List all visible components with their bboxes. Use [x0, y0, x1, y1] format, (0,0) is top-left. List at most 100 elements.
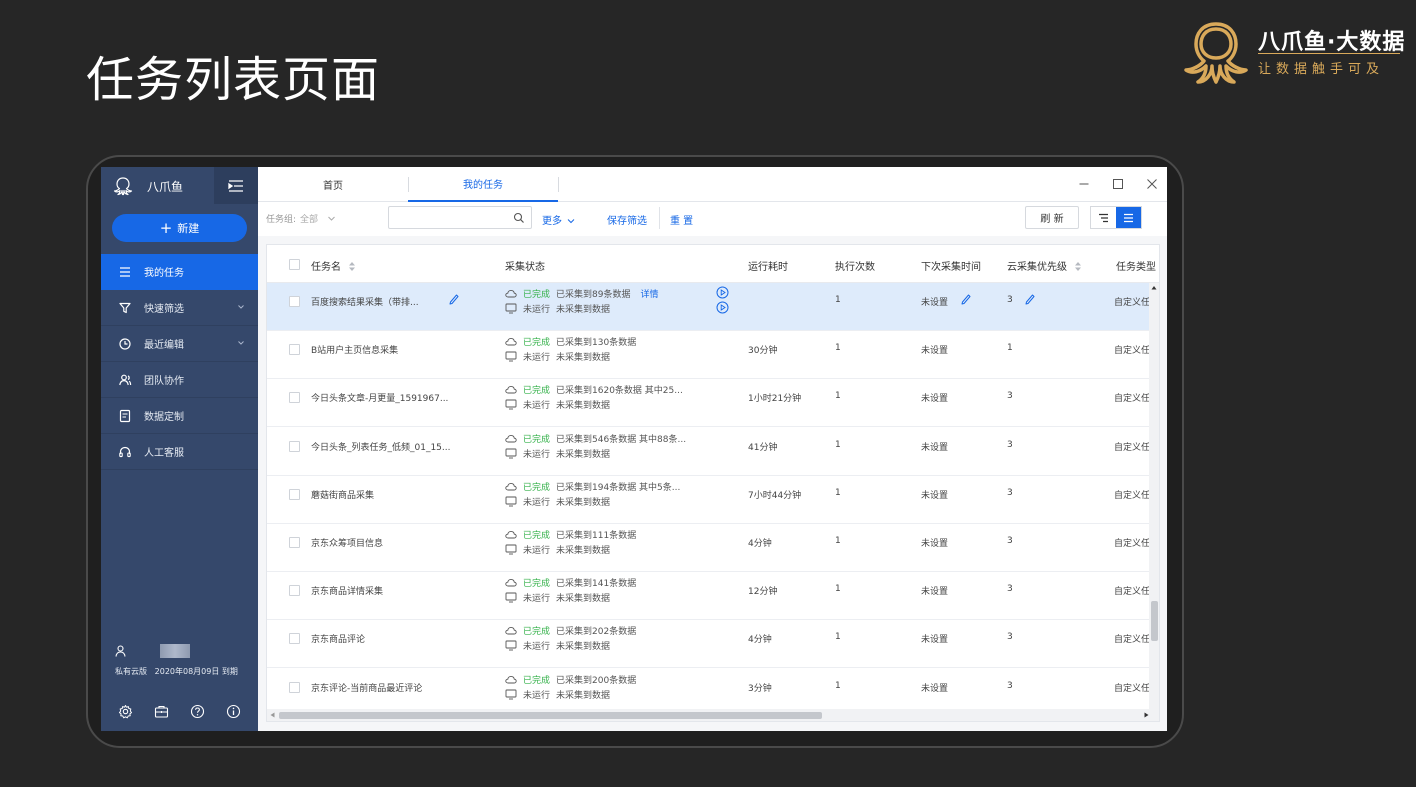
edit-pencil-icon[interactable]	[449, 294, 459, 305]
run-count: 1	[835, 584, 841, 595]
task-name[interactable]: 百度搜索结果采集（带排...	[311, 295, 419, 308]
edit-pencil-icon[interactable]	[961, 294, 971, 305]
sidebar-item-my-tasks[interactable]: 我的任务	[101, 254, 258, 290]
task-type: 自定义任	[1114, 442, 1149, 453]
task-name[interactable]: 京东众筹项目信息	[311, 536, 383, 549]
column-header-runs: 执行次数	[835, 262, 875, 273]
row-checkbox[interactable]	[289, 681, 300, 693]
monitor-icon	[505, 496, 517, 507]
task-name[interactable]: 今日头条_列表任务_低频_01_15...	[311, 440, 451, 453]
task-name[interactable]: 今日头条文章-月更量_1591967...	[311, 391, 448, 404]
table-row[interactable]: 今日头条文章-月更量_1591967... 已完成 已采集到1620条数据 其中25…	[267, 379, 1149, 428]
blurred-username	[160, 644, 190, 658]
gear-icon[interactable]	[118, 704, 133, 719]
task-type: 自定义任	[1114, 683, 1149, 694]
row-checkbox[interactable]	[289, 440, 300, 452]
sidebar-item-quick-filter[interactable]: 快速筛选	[101, 290, 258, 326]
list-view-button[interactable]	[1116, 207, 1141, 228]
minimize-icon[interactable]	[1077, 177, 1091, 191]
help-icon[interactable]	[190, 704, 205, 719]
table-row[interactable]: B站用户主页信息采集 已完成 已采集到130条数据 未运行 未采集到数据 30分钟 1 未设置…	[267, 331, 1149, 380]
table-row[interactable]: 京东众筹项目信息 已完成 已采集到111条数据 未运行 未采集到数据 4分钟 1 未设置 3 自定…	[267, 524, 1149, 572]
vertical-scrollbar[interactable]	[1149, 283, 1159, 711]
task-group-select[interactable]: 任务组: 全部	[266, 212, 336, 225]
row-checkbox[interactable]	[289, 392, 300, 404]
run-count: 1	[835, 632, 841, 643]
task-type: 自定义任	[1114, 635, 1149, 646]
new-task-button[interactable]: + 新建	[112, 214, 247, 242]
cloud-status-line: 已完成 已采集到202条数据	[505, 624, 636, 637]
reset-button[interactable]: 重 置	[670, 212, 693, 227]
select-all-checkbox[interactable]	[289, 259, 300, 270]
next-run-time: 未设置	[921, 442, 949, 453]
maximize-icon[interactable]	[1111, 177, 1125, 191]
row-checkbox[interactable]	[289, 585, 300, 597]
table-row[interactable]: 京东商品评论 已完成 已采集到202条数据 未运行 未采集到数据 4分钟 1 未设置 3 自定义任	[267, 620, 1149, 669]
scroll-right-arrow-icon[interactable]	[1144, 712, 1149, 718]
more-filters-button[interactable]: 更多	[542, 212, 575, 227]
play-icon[interactable]	[716, 286, 729, 299]
play-icon[interactable]	[716, 301, 729, 314]
brand-slogan: 让数据触手可及	[1258, 62, 1385, 77]
table-row[interactable]: 百度搜索结果采集（带排... 已完成 已采集到89条数据 详情 未运行 未采集到数据 1 未设…	[267, 283, 1149, 331]
chevron-down-icon	[238, 341, 244, 345]
sidebar-item-support[interactable]: 人工客服	[101, 434, 258, 470]
task-name[interactable]: 京东商品评论	[311, 632, 365, 645]
refresh-button[interactable]: 刷 新	[1025, 206, 1079, 229]
user-info: 私有云版 2020年08月09日 到期	[115, 644, 245, 677]
cloud-priority: 3	[1007, 487, 1013, 498]
search-icon[interactable]	[513, 212, 525, 224]
sidebar-item-recent-edits[interactable]: 最近编辑	[101, 326, 258, 362]
scroll-up-arrow-icon[interactable]	[1151, 285, 1157, 291]
cloud-icon	[505, 338, 517, 346]
cloud-status-line: 已完成 已采集到546条数据 其中88条...	[505, 432, 686, 445]
column-header-name[interactable]: 任务名	[311, 258, 356, 273]
vertical-scroll-thumb[interactable]	[1151, 601, 1158, 641]
cloud-priority: 1	[1007, 343, 1013, 354]
info-icon[interactable]	[226, 704, 241, 719]
run-count: 1	[835, 295, 841, 305]
horizontal-scrollbar[interactable]	[267, 709, 1159, 721]
sidebar-item-data-custom[interactable]: 数据定制	[101, 398, 258, 434]
task-type: 自定义任	[1114, 346, 1149, 357]
document-icon	[119, 409, 131, 422]
briefcase-icon[interactable]	[154, 704, 169, 719]
tab-my-tasks[interactable]: 我的任务	[408, 167, 558, 202]
table-row[interactable]: 京东商品详情采集 已完成 已采集到141条数据 未运行 未采集到数据 12分钟 1 未设置 3 自…	[267, 572, 1149, 621]
team-icon	[119, 374, 132, 385]
headset-icon	[119, 446, 131, 457]
row-checkbox[interactable]	[289, 633, 300, 645]
tree-view-button[interactable]	[1091, 207, 1116, 228]
cloud-icon	[505, 627, 517, 635]
sidebar-item-team[interactable]: 团队协作	[101, 362, 258, 398]
tab-home[interactable]: 首页	[258, 167, 408, 202]
local-status-badge: 未运行	[523, 449, 551, 460]
table-row[interactable]: 蘑菇街商品采集 已完成 已采集到194条数据 其中5条... 未运行 未采集到数据 7小时…	[267, 476, 1149, 524]
save-filter-button[interactable]: 保存筛选	[607, 212, 647, 227]
user-icon[interactable]	[115, 645, 126, 657]
search-input[interactable]	[389, 208, 507, 230]
table-row[interactable]: 今日头条_列表任务_低频_01_15... 已完成 已采集到546条数据 其中88条…	[267, 428, 1149, 476]
close-icon[interactable]	[1145, 177, 1159, 191]
column-header-priority[interactable]: 云采集优先级	[1007, 258, 1082, 273]
run-count: 1	[835, 391, 841, 402]
collapse-sidebar-button[interactable]	[214, 167, 258, 204]
row-checkbox[interactable]	[289, 488, 300, 500]
task-name[interactable]: 京东评论-当前商品最近评论	[311, 681, 422, 694]
horizontal-scroll-thumb[interactable]	[279, 712, 822, 719]
edit-pencil-icon[interactable]	[1025, 294, 1035, 305]
scroll-left-arrow-icon[interactable]	[270, 712, 275, 718]
task-name[interactable]: 京东商品详情采集	[311, 584, 383, 597]
next-run-time: 未设置	[921, 683, 949, 694]
sidebar-item-label: 最近编辑	[144, 340, 184, 351]
task-name[interactable]: B站用户主页信息采集	[311, 343, 398, 356]
local-status-badge: 未运行	[523, 401, 551, 412]
detail-link[interactable]: 详情	[640, 287, 658, 300]
task-name[interactable]: 蘑菇街商品采集	[311, 488, 374, 501]
row-checkbox[interactable]	[289, 344, 300, 356]
cloud-status-text: 已采集到141条数据	[556, 579, 637, 590]
row-checkbox[interactable]	[289, 296, 300, 307]
row-checkbox[interactable]	[289, 537, 300, 548]
slide-title: 任务列表页面	[86, 52, 381, 108]
filter-icon	[119, 302, 131, 313]
